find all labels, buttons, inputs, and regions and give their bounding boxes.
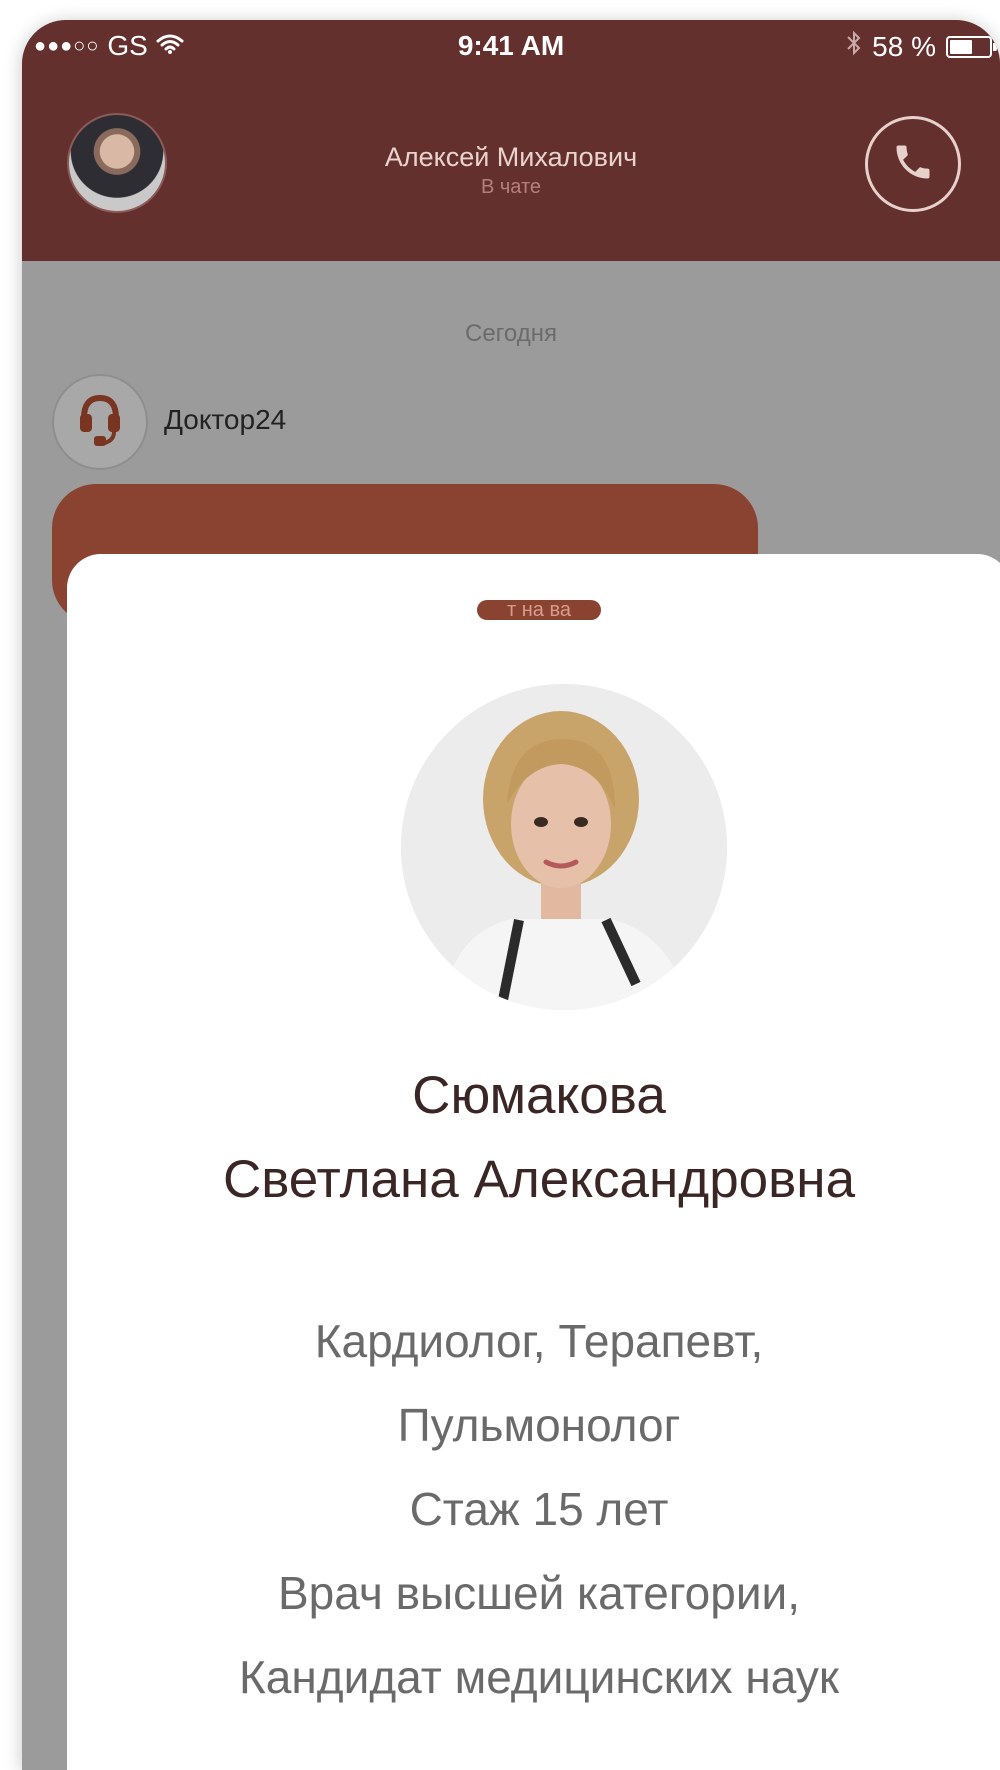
doctor-name: Сюмакова Светлана Александровна [67,1054,1000,1222]
doctor-photo [401,684,727,1010]
phone-icon [891,140,935,189]
contact-status: В чате [480,176,542,198]
doctor-given-names: Светлана Александровна [222,1150,856,1209]
doctor-profile-sheet: т на ва Сюмакова Светлана Александровна [67,554,1000,1770]
battery-fill [950,39,973,54]
doctor-photo-illustration [401,684,727,1010]
contact-name: Алексей Михалович [384,142,638,172]
doctor-info-line: Врач высшей категории, [278,1567,800,1619]
chat-header: ●●●○○ GS 9:41 AM 58 % Алексей Михалович … [22,20,1000,261]
bubble-peek-text: т на ва [477,600,601,620]
sender-avatar[interactable] [52,374,148,470]
battery-percent: 58 % [872,30,936,62]
battery-tip [993,42,997,51]
bluetooth-icon [846,30,862,63]
doctor-info: Кардиолог, Терапевт, Пульмонолог Стаж 15… [67,1299,1000,1719]
bubble-peek: т на ва [67,600,1000,625]
status-bar: ●●●○○ GS 9:41 AM 58 % [22,20,1000,76]
doctor-info-line: Кардиолог, Терапевт, [314,1315,764,1367]
call-button[interactable] [865,116,961,212]
battery-icon [946,35,997,58]
doctor-surname: Сюмакова [412,1066,666,1125]
phone-screen: ●●●○○ GS 9:41 AM 58 % Алексей Михалович … [22,20,1000,1770]
headset-icon [76,392,124,453]
status-right: 58 % [846,30,997,63]
doctor-info-line: Стаж 15 лет [409,1483,669,1535]
sender-name: Доктор24 [164,404,287,435]
chat-date-label: Сегодня [465,320,557,347]
doctor-info-line: Пульмонолог [397,1399,681,1451]
doctor-info-line: Кандидат медицинских наук [239,1651,839,1703]
